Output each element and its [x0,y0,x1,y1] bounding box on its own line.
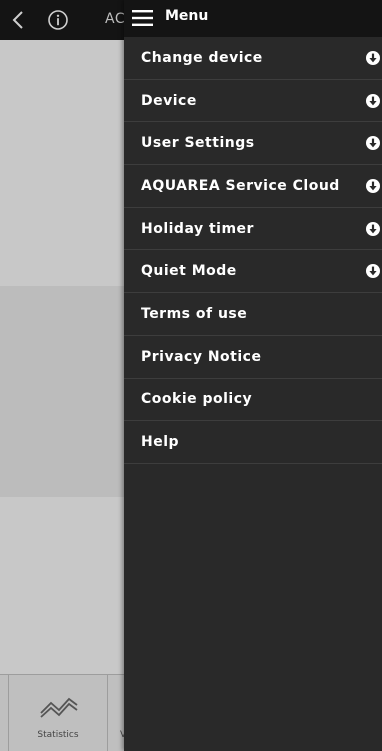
menu-item-label: Change device [141,49,263,66]
expand-arrow-icon[interactable] [366,264,380,279]
menu-header[interactable]: Menu [124,0,382,37]
expand-arrow-icon[interactable] [366,221,380,236]
menu-item-label: Help [141,434,180,451]
menu-item-device[interactable]: Device [124,80,382,123]
expand-arrow-icon[interactable] [366,179,380,194]
back-chevron-icon[interactable] [8,9,28,31]
hamburger-menu-icon[interactable] [132,9,153,27]
menu-title: Menu [165,8,209,24]
menu-item-user-settings[interactable]: User Settings [124,122,382,166]
expand-arrow-icon[interactable] [366,51,380,65]
menu-item-cookie-policy[interactable]: Cookie policy [124,379,382,422]
menu-item-label: Device [141,92,197,109]
menu-item-label: Terms of use [141,305,248,322]
expand-arrow-icon[interactable] [366,136,380,151]
menu-item-privacy-notice[interactable]: Privacy Notice [124,336,382,379]
menu-list: Change device Device User Settings AQUAR… [124,37,382,464]
menu-item-change-device[interactable]: Change device [124,37,382,80]
menu-item-aquarea-service-cloud[interactable]: AQUAREA Service Cloud [124,165,382,208]
menu-item-label: Holiday timer [141,220,254,237]
menu-item-quiet-mode[interactable]: Quiet Mode [124,250,382,294]
info-icon[interactable] [47,9,69,31]
tab-label: Statistics [37,730,79,740]
expand-arrow-icon[interactable] [366,93,380,108]
menu-item-label: Cookie policy [141,391,253,408]
tab-statistics[interactable]: Statistics [8,675,108,751]
app-title: AC [105,11,126,27]
menu-item-help[interactable]: Help [124,421,382,464]
menu-item-terms-of-use[interactable]: Terms of use [124,293,382,336]
menu-item-label: Quiet Mode [141,263,237,280]
menu-item-label: AQUAREA Service Cloud [141,177,340,194]
menu-item-holiday-timer[interactable]: Holiday timer [124,208,382,251]
menu-item-label: Privacy Notice [141,348,262,365]
menu-panel: Menu Change device Device User Settings [124,0,382,751]
statistics-icon [40,697,78,718]
menu-item-label: User Settings [141,135,255,152]
